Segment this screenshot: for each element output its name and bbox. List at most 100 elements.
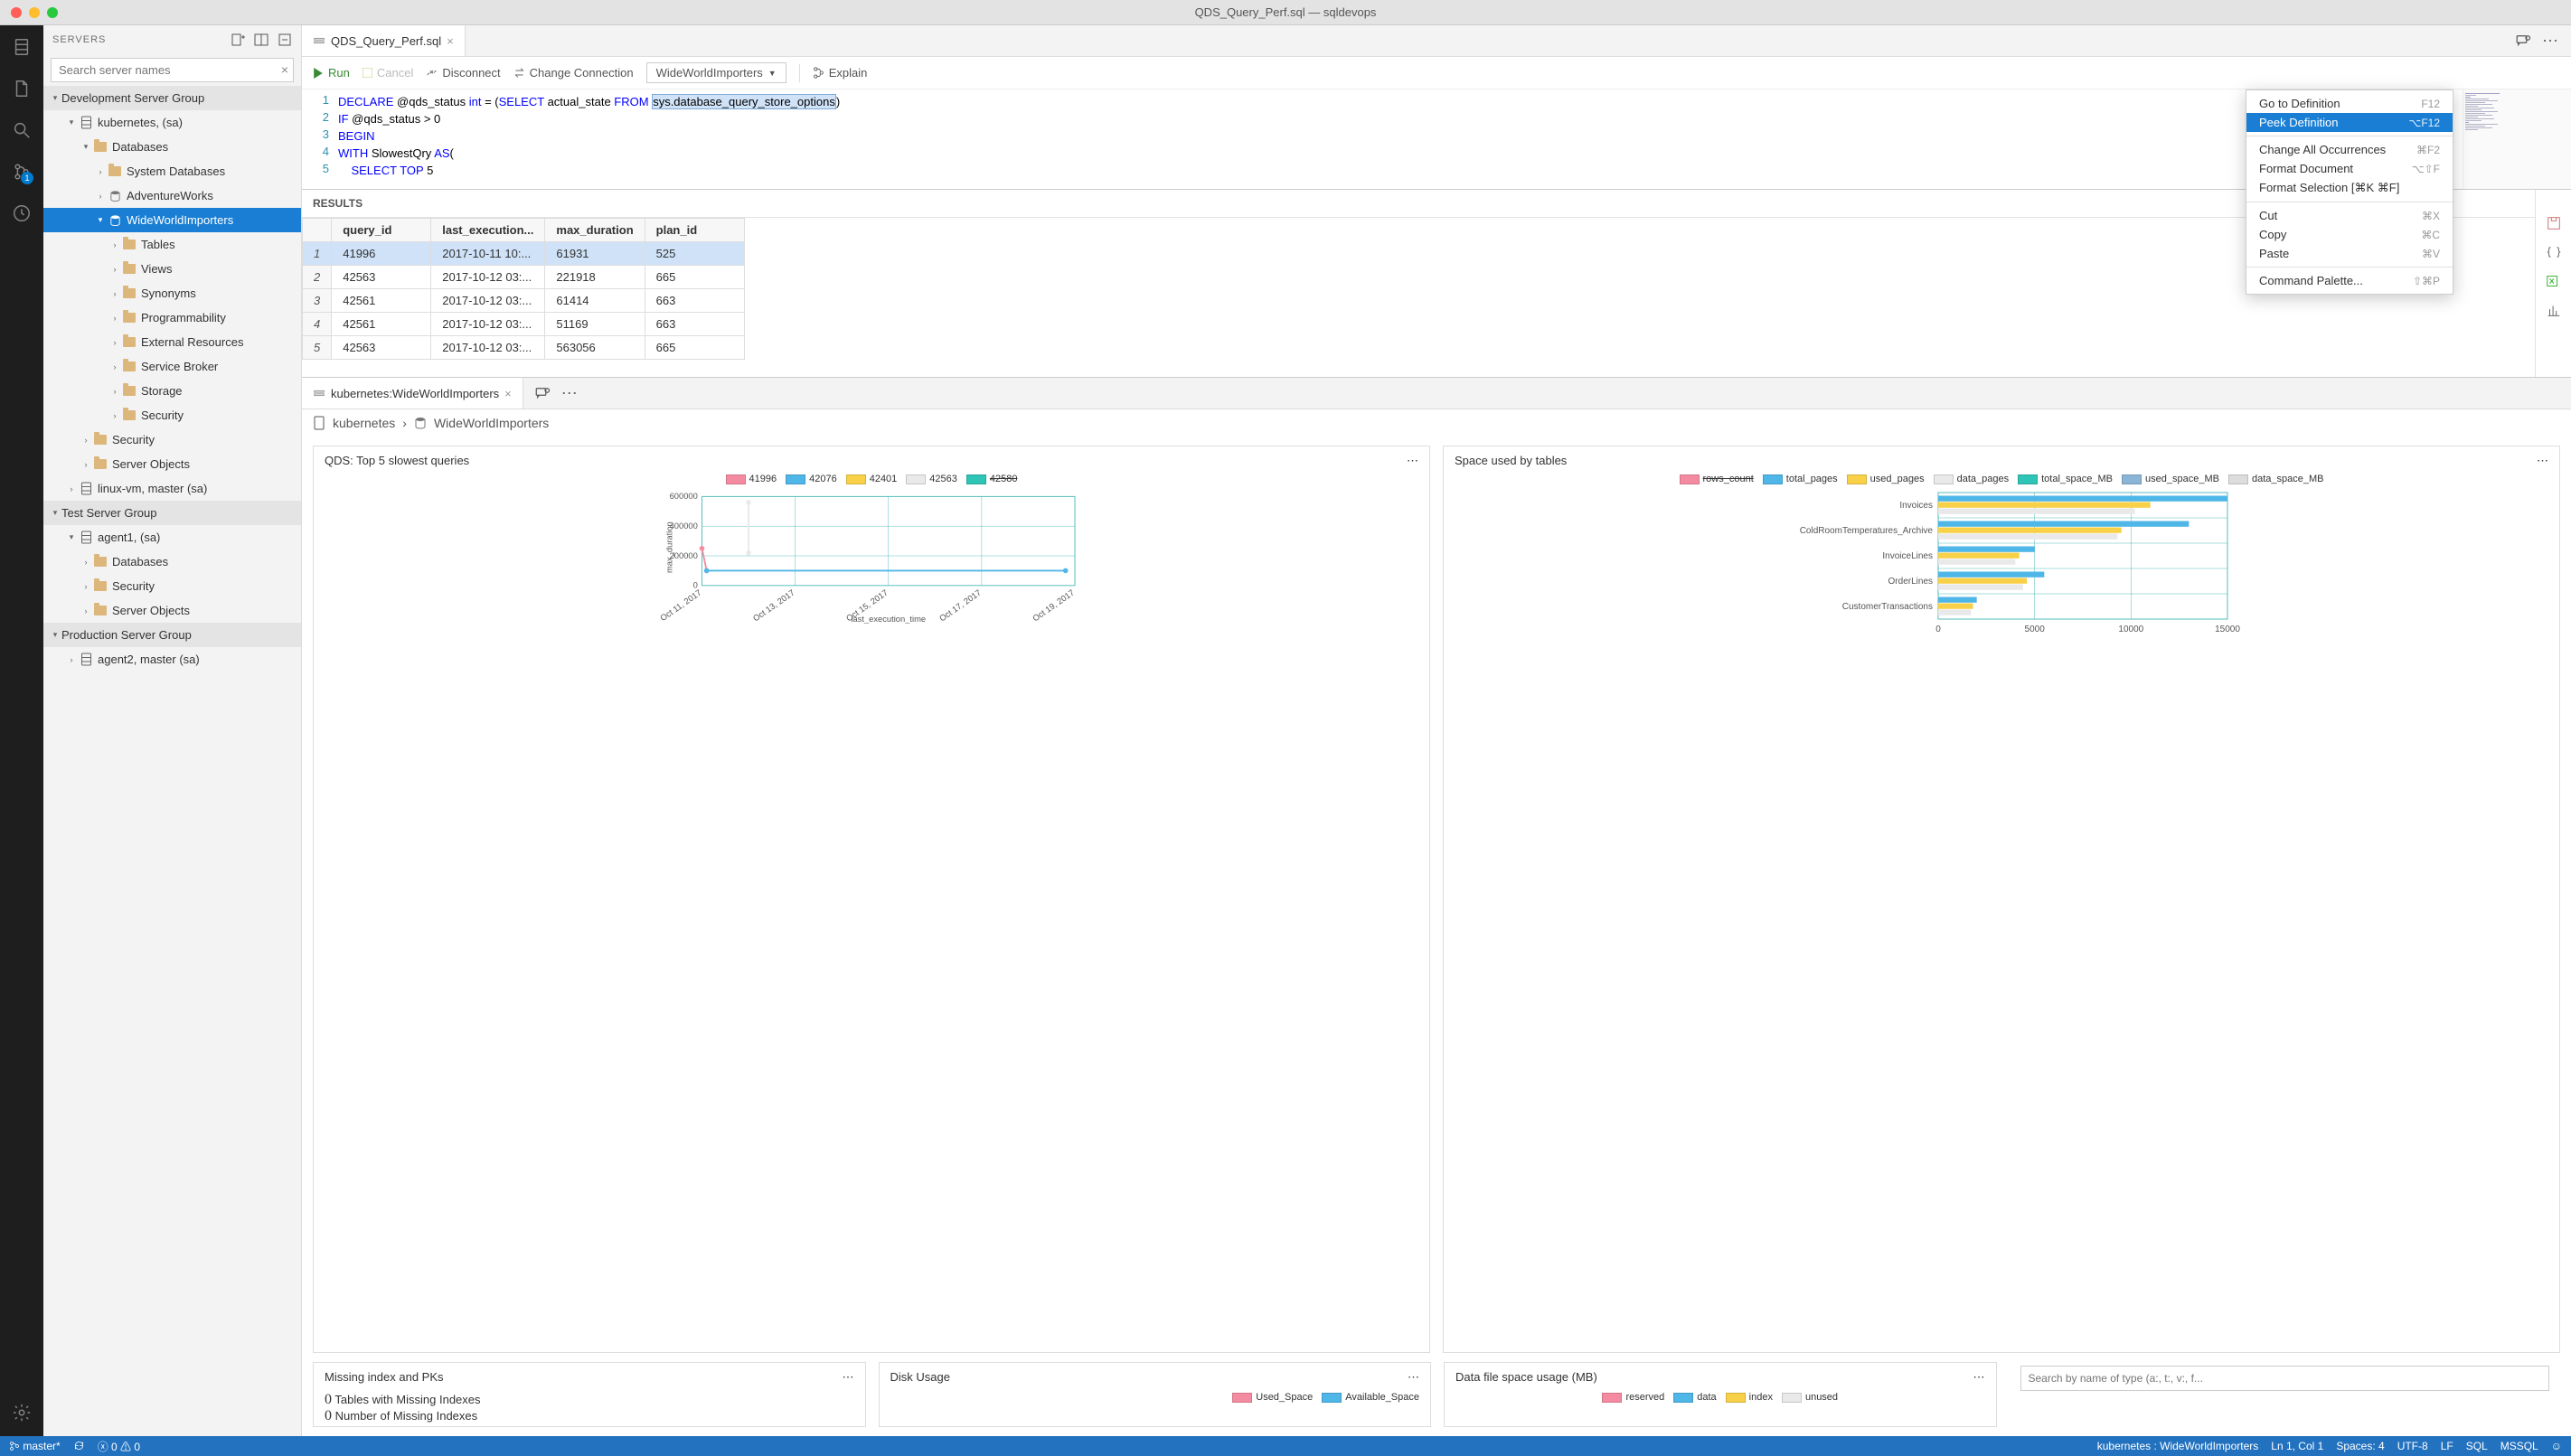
legend-item[interactable]: used_space_MB	[2122, 474, 2219, 484]
cancel-button[interactable]: Cancel	[363, 66, 413, 80]
legend-item[interactable]: 41996	[726, 474, 777, 484]
legend-item[interactable]: total_pages	[1763, 474, 1838, 484]
context-menu-item[interactable]: Go to DefinitionF12	[2246, 94, 2453, 113]
legend-item[interactable]: used_pages	[1847, 474, 1925, 484]
widget-more-icon[interactable]: ⋯	[2537, 454, 2548, 468]
feedback-smile-icon[interactable]: ☺	[2551, 1440, 2562, 1452]
tree-item[interactable]: ›linux-vm, master (sa)	[43, 476, 301, 501]
feedback-icon[interactable]	[534, 385, 551, 401]
tree-item[interactable]: ›System Databases	[43, 159, 301, 183]
branch-status[interactable]: master*	[9, 1440, 61, 1452]
tree-item[interactable]: ›Storage	[43, 379, 301, 403]
change-connection-button[interactable]: Change Connection	[513, 66, 634, 80]
tree-item[interactable]: ›Security	[43, 427, 301, 452]
encoding-status[interactable]: UTF-8	[2397, 1440, 2428, 1452]
legend-item[interactable]: 42563	[906, 474, 957, 484]
context-menu-item[interactable]: Paste⌘V	[2246, 244, 2453, 263]
tree-item[interactable]: ›Views	[43, 257, 301, 281]
tab-query-file[interactable]: QDS_Query_Perf.sql ×	[302, 25, 466, 56]
chart-icon[interactable]	[2546, 302, 2562, 318]
object-search-input[interactable]	[2020, 1366, 2550, 1391]
tree-item[interactable]: ›Databases	[43, 550, 301, 574]
legend-item[interactable]: index	[1726, 1392, 1773, 1403]
legend-item[interactable]: unused	[1782, 1392, 1838, 1403]
context-menu-item[interactable]: Format Selection [⌘K ⌘F]	[2246, 178, 2453, 198]
tree-group[interactable]: ▾Test Server Group	[43, 501, 301, 525]
widget-more-icon[interactable]: ⋯	[1973, 1370, 1985, 1385]
tab-dashboard[interactable]: kubernetes:WideWorldImporters ×	[302, 378, 523, 409]
legend-item[interactable]: data_space_MB	[2228, 474, 2324, 484]
eol-status[interactable]: LF	[2441, 1440, 2453, 1452]
servers-icon[interactable]	[11, 36, 33, 58]
close-tab-icon[interactable]: ×	[447, 34, 454, 48]
explain-button[interactable]: Explain	[813, 66, 868, 80]
tree-item[interactable]: ›Server Objects	[43, 452, 301, 476]
tree-item[interactable]: ▾WideWorldImporters	[43, 208, 301, 232]
feedback-icon[interactable]	[2515, 33, 2531, 49]
legend-item[interactable]: data	[1673, 1392, 1716, 1403]
tree-group[interactable]: ▾Production Server Group	[43, 623, 301, 647]
legend-item[interactable]: data_pages	[1934, 474, 2010, 484]
indentation-status[interactable]: Spaces: 4	[2336, 1440, 2384, 1452]
database-selector[interactable]: WideWorldImporters▼	[646, 62, 786, 83]
collapse-all-icon[interactable]	[278, 33, 292, 47]
new-connection-icon[interactable]	[231, 33, 245, 47]
tree-item[interactable]: ▾kubernetes, (sa)	[43, 110, 301, 135]
legend-item[interactable]: reserved	[1602, 1392, 1664, 1403]
tree-item[interactable]: ›Security	[43, 574, 301, 598]
more-icon[interactable]: ⋯	[561, 384, 579, 403]
breadcrumb-db[interactable]: WideWorldImporters	[434, 416, 549, 430]
code-editor[interactable]: 12345 DECLARE @qds_status int = (SELECT …	[302, 89, 2571, 189]
legend-item[interactable]: 42076	[786, 474, 837, 484]
clear-search-icon[interactable]: ×	[281, 62, 288, 77]
tree-item[interactable]: ▾agent1, (sa)	[43, 525, 301, 550]
disconnect-button[interactable]: Disconnect	[426, 66, 500, 80]
search-icon[interactable]	[11, 119, 33, 141]
settings-icon[interactable]	[11, 1402, 33, 1423]
run-button[interactable]: Run	[313, 66, 350, 80]
widget-more-icon[interactable]: ⋯	[1408, 1370, 1419, 1385]
save-csv-icon[interactable]	[2546, 215, 2562, 231]
file-icon[interactable]	[11, 78, 33, 99]
context-menu-item[interactable]: Command Palette...⇧⌘P	[2246, 271, 2453, 290]
breadcrumb-server[interactable]: kubernetes	[333, 416, 395, 430]
provider-status[interactable]: MSSQL	[2500, 1440, 2538, 1452]
save-excel-icon[interactable]	[2546, 273, 2562, 289]
tree-item[interactable]: ▾Databases	[43, 135, 301, 159]
new-group-icon[interactable]	[254, 33, 268, 47]
widget-more-icon[interactable]: ⋯	[843, 1370, 854, 1385]
maximize-window-icon[interactable]	[47, 7, 58, 18]
legend-item[interactable]: 42580	[966, 474, 1018, 484]
history-icon[interactable]	[11, 202, 33, 224]
tree-item[interactable]: ›Server Objects	[43, 598, 301, 623]
close-tab-icon[interactable]: ×	[504, 387, 512, 400]
legend-item[interactable]: Used_Space	[1232, 1392, 1313, 1403]
sync-status[interactable]	[73, 1440, 85, 1452]
minimize-window-icon[interactable]	[29, 7, 40, 18]
tree-item[interactable]: ›Security	[43, 403, 301, 427]
context-menu-item[interactable]: Cut⌘X	[2246, 206, 2453, 225]
tree-item[interactable]: ›Programmability	[43, 305, 301, 330]
legend-item[interactable]: Available_Space	[1322, 1392, 1419, 1403]
widget-more-icon[interactable]: ⋯	[1407, 454, 1418, 468]
tree-item[interactable]: ›Synonyms	[43, 281, 301, 305]
errors-status[interactable]: ⓧ 0 ⚠ 0	[98, 1439, 140, 1454]
tree-item[interactable]: ›Service Broker	[43, 354, 301, 379]
context-menu-item[interactable]: Peek Definition⌥F12	[2246, 113, 2453, 132]
context-menu-item[interactable]: Copy⌘C	[2246, 225, 2453, 244]
context-menu-item[interactable]: Format Document⌥⇧F	[2246, 159, 2453, 178]
legend-item[interactable]: total_space_MB	[2018, 474, 2113, 484]
legend-item[interactable]: rows_count	[1680, 474, 1754, 484]
tree-item[interactable]: ›agent2, master (sa)	[43, 647, 301, 672]
tree-item[interactable]: ›AdventureWorks	[43, 183, 301, 208]
source-control-icon[interactable]: 1	[11, 161, 33, 183]
more-icon[interactable]: ⋯	[2542, 32, 2560, 51]
search-servers-input[interactable]	[51, 58, 294, 82]
tree-item[interactable]: ›Tables	[43, 232, 301, 257]
context-menu-item[interactable]: Change All Occurrences⌘F2	[2246, 140, 2453, 159]
cursor-position[interactable]: Ln 1, Col 1	[2271, 1440, 2323, 1452]
save-json-icon[interactable]	[2546, 244, 2562, 260]
connection-status[interactable]: kubernetes : WideWorldImporters	[2097, 1440, 2259, 1452]
results-grid[interactable]: query_idlast_execution...max_durationpla…	[302, 218, 2535, 377]
legend-item[interactable]: 42401	[846, 474, 898, 484]
